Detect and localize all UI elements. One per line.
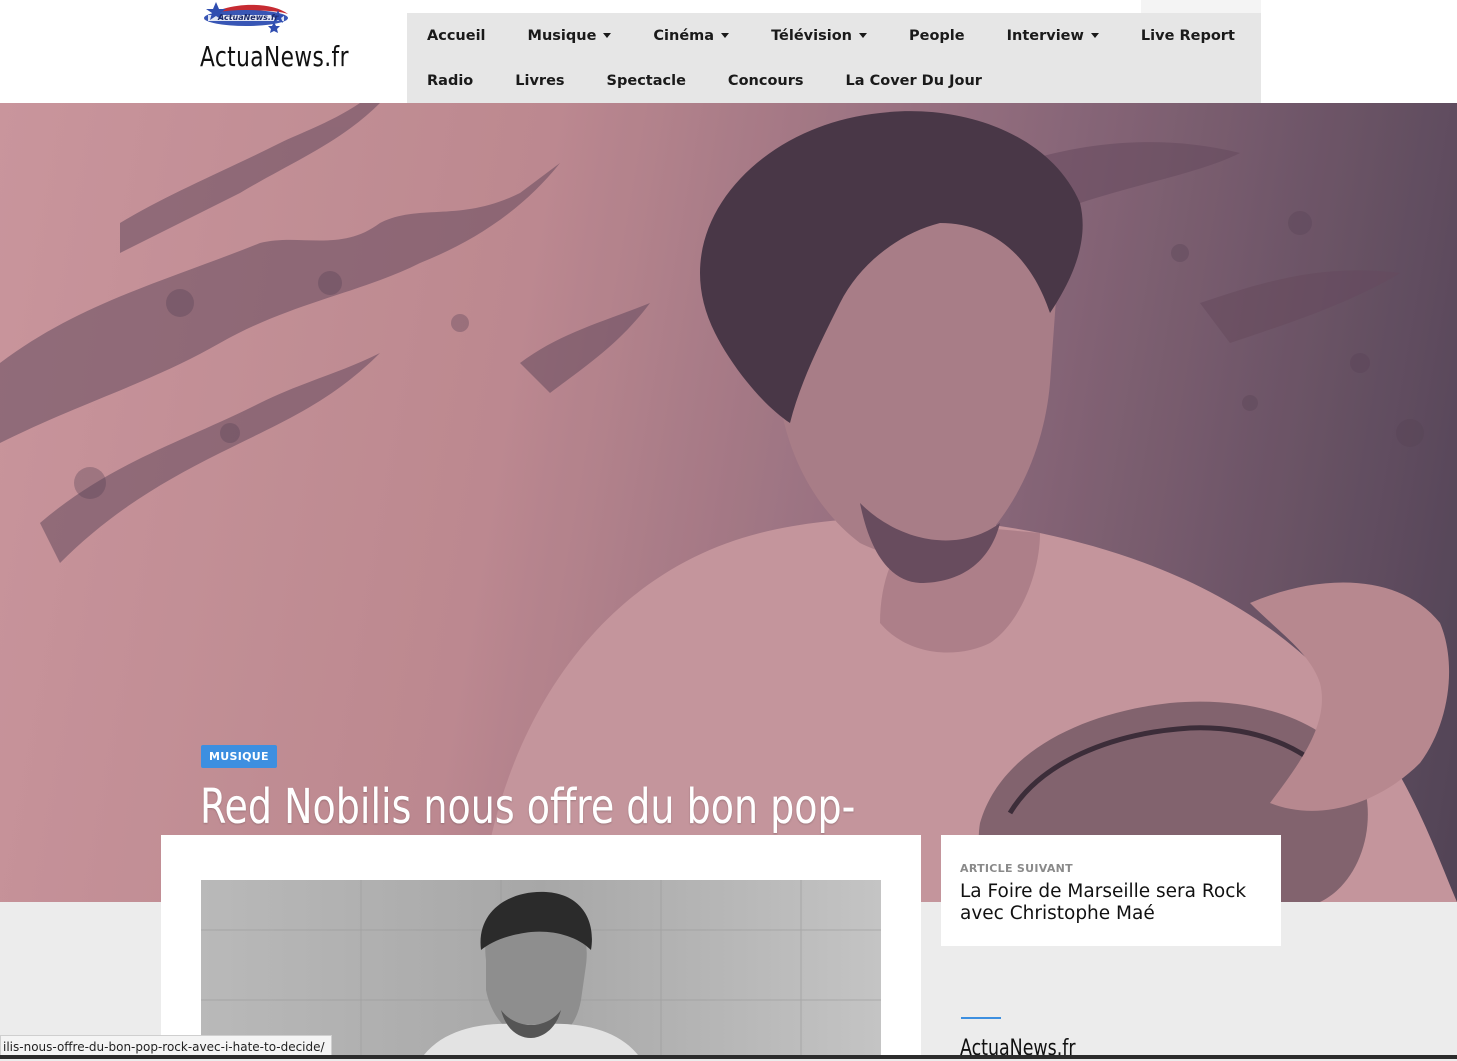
nav-label: Spectacle (606, 72, 686, 89)
nav-row-2: Radio Livres Spectacle Concours La Cover… (407, 58, 1004, 103)
nav-label: Live Report (1140, 27, 1235, 44)
nav-label: Concours (727, 72, 804, 89)
category-badge[interactable]: MUSIQUE (201, 745, 277, 768)
nav-label: Cinéma (653, 27, 715, 44)
article-image (201, 880, 881, 1059)
nav-label: Musique (527, 27, 597, 44)
site-header: ActuaNews.fr ActuaNews.fr Accueil Musiqu… (0, 0, 1457, 103)
caret-down-icon (1090, 33, 1099, 38)
caret-down-icon (721, 33, 730, 38)
nav-label: La Cover Du Jour (845, 72, 982, 89)
article-photo (201, 880, 881, 1059)
nav-item-spectacle[interactable]: Spectacle (587, 73, 708, 89)
site-title[interactable]: ActuaNews.fr (200, 40, 349, 73)
nav-label: Radio (427, 72, 474, 89)
nav-item-la-cover-du-jour[interactable]: La Cover Du Jour (826, 73, 1004, 89)
nav-item-accueil[interactable]: Accueil (407, 28, 508, 44)
main-navigation: Accueil Musique Cinéma Télévision People… (407, 13, 1261, 103)
nav-item-musique[interactable]: Musique (508, 28, 634, 44)
site-logo[interactable]: ActuaNews.fr (200, 0, 292, 38)
next-article-title[interactable]: La Foire de Marseille sera Rock avec Chr… (960, 881, 1260, 925)
nav-item-livres[interactable]: Livres (495, 73, 586, 89)
nav-corner (1141, 0, 1261, 13)
caret-down-icon (603, 33, 612, 38)
nav-item-television[interactable]: Télévision (751, 28, 889, 44)
nav-row-1: Accueil Musique Cinéma Télévision People… (407, 13, 1257, 58)
nav-item-radio[interactable]: Radio (407, 73, 495, 89)
svg-text:ActuaNews.fr: ActuaNews.fr (217, 13, 279, 22)
nav-item-cinema[interactable]: Cinéma (633, 28, 751, 44)
nav-label: Accueil (427, 27, 486, 44)
hero-banner[interactable]: MUSIQUE Red Nobilis nous offre du bon po… (0, 103, 1457, 902)
logo-badge-icon: ActuaNews.fr (204, 2, 288, 33)
nav-item-concours[interactable]: Concours (708, 73, 826, 89)
nav-item-people[interactable]: People (889, 28, 987, 44)
nav-label: People (909, 27, 965, 44)
nav-label: Interview (1006, 27, 1084, 44)
nav-item-interview[interactable]: Interview (987, 28, 1121, 44)
nav-label: Télévision (771, 27, 852, 44)
bottom-edge (0, 1055, 1457, 1059)
nav-item-live-report[interactable]: Live Report (1121, 28, 1257, 44)
nav-label: Livres (515, 72, 565, 89)
sidebar-accent-line (961, 1017, 1001, 1019)
next-article-label: ARTICLE SUIVANT (960, 862, 1073, 875)
caret-down-icon (859, 33, 867, 38)
